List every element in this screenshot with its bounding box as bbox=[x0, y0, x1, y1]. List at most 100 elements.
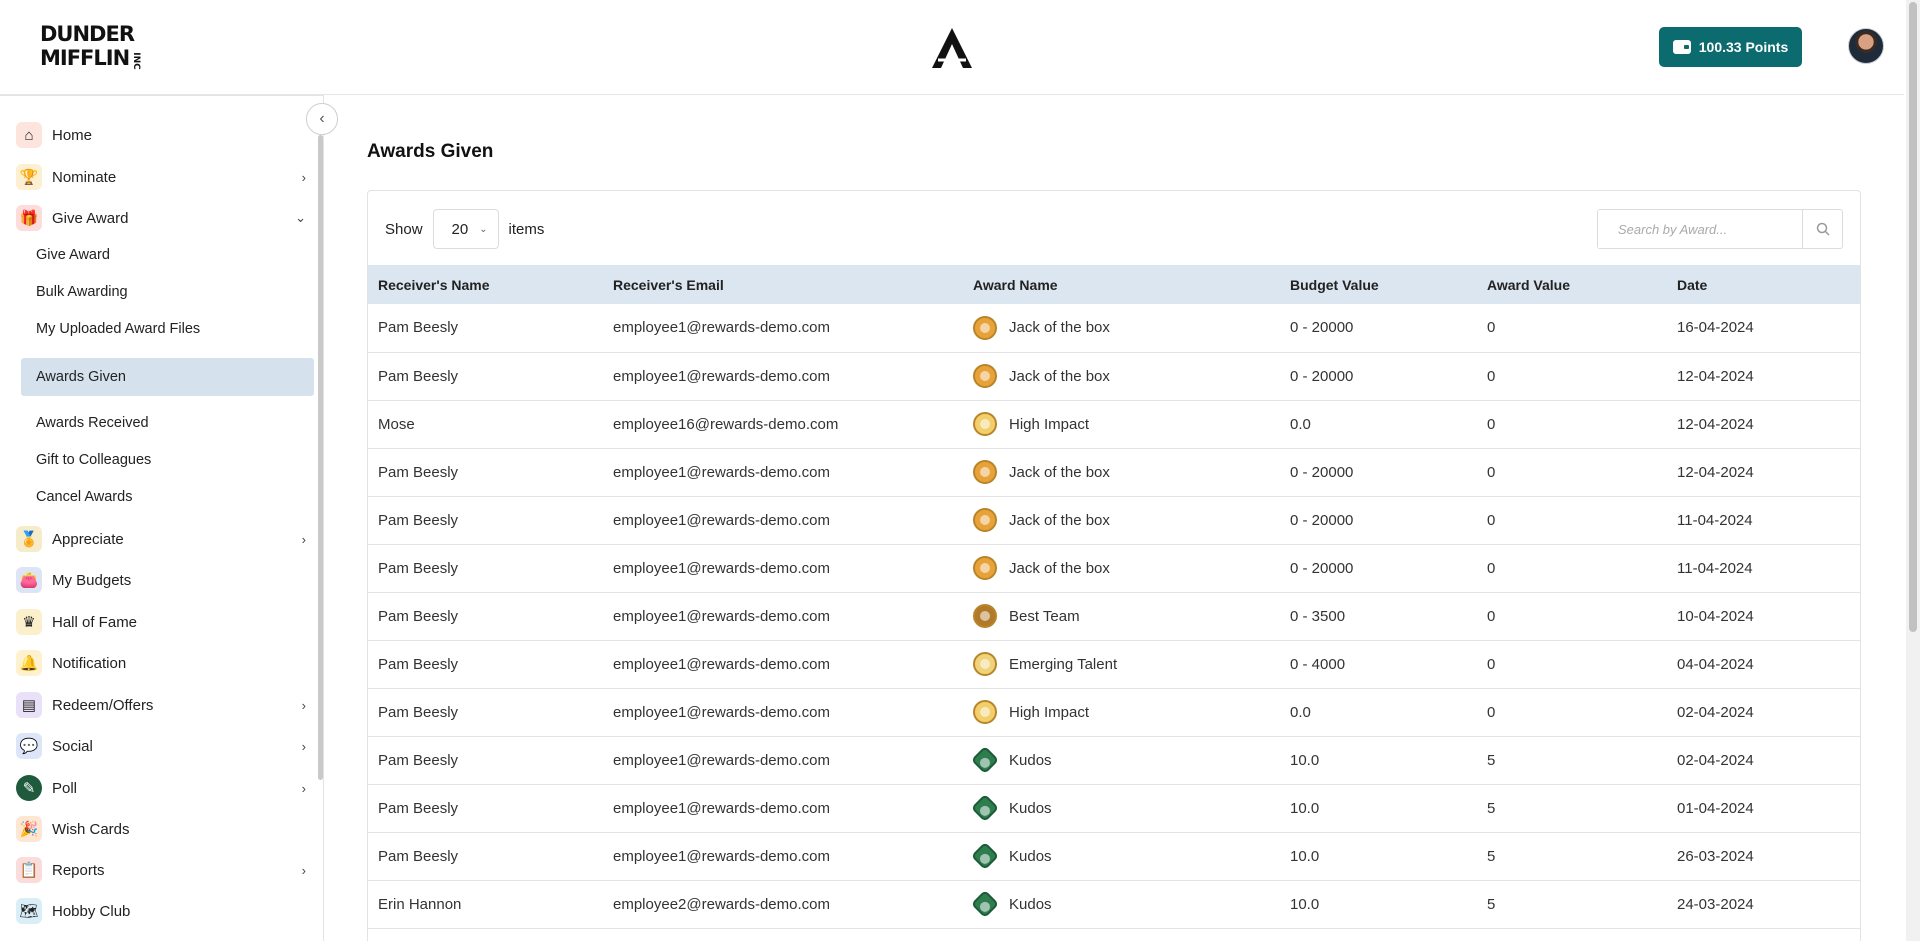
award-value: 5 bbox=[1487, 847, 1496, 865]
table-row: Pam Beesly employee1@rewards-demo.com Jack… bbox=[368, 496, 1860, 544]
receiver-name: Pam Beesly bbox=[378, 607, 459, 625]
budget-value: 0 - 3500 bbox=[1290, 607, 1346, 625]
sidebar-item-reports[interactable]: 📋 Reports › bbox=[16, 852, 314, 888]
award-value: 0 bbox=[1487, 559, 1496, 577]
award-name-cell: Jack of the box bbox=[963, 496, 1280, 544]
table-row: Pam Beesly employee1@rewards-demo.com Emer… bbox=[368, 640, 1860, 688]
award-name-cell: Jack of the box bbox=[963, 448, 1280, 496]
award-name: Kudos bbox=[1009, 895, 1052, 913]
award-value: 0 bbox=[1487, 607, 1496, 625]
awards-table-card: Show 20 ⌄ items Receiver's Name Receiver… bbox=[367, 190, 1861, 941]
medal-icon: 🏅 bbox=[16, 526, 42, 552]
award-name-cell: Kudos bbox=[963, 880, 1280, 928]
sidebar-item-label: Hall of Fame bbox=[52, 613, 138, 631]
award-date: 01-04-2024 bbox=[1677, 799, 1754, 817]
award-badge-icon bbox=[973, 700, 997, 724]
receiver-name: Pam Beesly bbox=[378, 703, 459, 721]
column-header-receiver-name[interactable]: Receiver's Name bbox=[368, 265, 603, 304]
show-label: Show bbox=[385, 220, 423, 238]
points-button[interactable]: 100.33 Points bbox=[1659, 27, 1802, 67]
dunder-mifflin-logo[interactable]: DUNDER MIFFLIN INC bbox=[40, 22, 141, 74]
award-badge-icon bbox=[973, 412, 997, 436]
receiver-email: employee1@rewards-demo.com bbox=[613, 751, 830, 769]
award-date: 04-04-2024 bbox=[1677, 655, 1754, 673]
sidebar-item-my-budgets[interactable]: 👛 My Budgets bbox=[16, 562, 314, 598]
party-popper-icon: 🎉 bbox=[16, 816, 42, 842]
sidebar-item-wish-cards[interactable]: 🎉 Wish Cards bbox=[16, 811, 314, 847]
budget-value: 10.0 bbox=[1290, 751, 1320, 769]
chevron-left-icon: ‹ bbox=[319, 110, 325, 127]
sidebar-item-home[interactable]: ⌂ Home bbox=[16, 117, 314, 153]
sidebar-item-nominate[interactable]: 🏆 Nominate › bbox=[16, 159, 314, 195]
sidebar-item-label: Hobby Club bbox=[52, 902, 131, 920]
page-size-value: 20 bbox=[451, 220, 469, 238]
bell-icon: 🔔 bbox=[16, 650, 42, 676]
sidebar-item-label: Nominate bbox=[52, 168, 117, 186]
award-value: 5 bbox=[1487, 751, 1496, 769]
report-icon: 📋 bbox=[16, 857, 42, 883]
award-name: Best Team bbox=[1009, 607, 1080, 625]
sidebar-item-appreciate[interactable]: 🏅 Appreciate › bbox=[16, 521, 314, 557]
column-header-award-value[interactable]: Award Value bbox=[1477, 265, 1667, 304]
collapse-sidebar-button[interactable]: ‹ bbox=[306, 103, 338, 135]
table-row: Pam Beesly employee1@rewards-demo.com Jack… bbox=[368, 544, 1860, 592]
award-value: 0 bbox=[1487, 319, 1496, 337]
submenu-bulk-awarding[interactable]: Bulk Awarding bbox=[36, 277, 128, 307]
table-row: Pam Beesly employee1@rewards-demo.com Jack… bbox=[368, 304, 1860, 352]
user-avatar[interactable] bbox=[1848, 28, 1884, 64]
sidebar-item-label: Give Award bbox=[52, 209, 129, 227]
award-name: High Impact bbox=[1009, 703, 1090, 721]
chevron-right-icon: › bbox=[301, 697, 306, 713]
page-size-select[interactable]: 20 ⌄ bbox=[432, 209, 499, 249]
page-scrollbar[interactable] bbox=[1906, 0, 1920, 941]
scrollbar-thumb[interactable] bbox=[1909, 2, 1917, 632]
column-header-budget-value[interactable]: Budget Value bbox=[1280, 265, 1477, 304]
chevron-right-icon: › bbox=[301, 862, 306, 878]
award-badge-icon bbox=[970, 889, 1000, 919]
column-header-receiver-email[interactable]: Receiver's Email bbox=[603, 265, 963, 304]
chevron-right-icon: › bbox=[301, 780, 306, 796]
budget-value: 0 - 20000 bbox=[1290, 559, 1354, 577]
sidebar-item-redeem-offers[interactable]: ▤ Redeem/Offers › bbox=[16, 687, 314, 723]
submenu-give-award[interactable]: Give Award bbox=[36, 240, 110, 270]
receiver-name: Pam Beesly bbox=[378, 799, 459, 817]
award-name-cell: Best Team bbox=[963, 592, 1280, 640]
receiver-email: employee1@rewards-demo.com bbox=[613, 799, 830, 817]
column-header-award-name[interactable]: Award Name bbox=[963, 265, 1280, 304]
sidebar-item-poll[interactable]: ✎ Poll › bbox=[16, 770, 314, 806]
sidebar-item-label: Reports bbox=[52, 861, 105, 879]
receiver-email: employee1@rewards-demo.com bbox=[613, 463, 830, 481]
trophy-icon: 🏆 bbox=[16, 164, 42, 190]
sidebar-scrollbar[interactable] bbox=[318, 135, 323, 780]
award-date: 02-04-2024 bbox=[1677, 703, 1754, 721]
app-logo-icon[interactable] bbox=[928, 24, 976, 72]
points-label: 100.33 Points bbox=[1698, 39, 1789, 55]
award-badge-icon bbox=[973, 652, 997, 676]
submenu-gift-to-colleagues[interactable]: Gift to Colleagues bbox=[36, 445, 151, 475]
sidebar-item-social[interactable]: 💬 Social › bbox=[16, 728, 314, 764]
submenu-cancel-awards[interactable]: Cancel Awards bbox=[36, 482, 132, 512]
sidebar-item-hobby-club[interactable]: 🗺 Hobby Club bbox=[16, 893, 314, 929]
award-date: 12-04-2024 bbox=[1677, 463, 1754, 481]
budget-value: 0 - 20000 bbox=[1290, 463, 1354, 481]
submenu-awards-given[interactable]: Awards Given bbox=[21, 358, 314, 396]
wallet-icon bbox=[1672, 40, 1691, 54]
table-row: Pam Beesly employee1@rewards-demo.com High… bbox=[368, 688, 1860, 736]
award-name: Kudos bbox=[1009, 799, 1052, 817]
column-header-date[interactable]: Date bbox=[1667, 265, 1860, 304]
award-name-cell: Kudos bbox=[963, 784, 1280, 832]
search-input[interactable] bbox=[1598, 210, 1803, 248]
sidebar-item-hall-of-fame[interactable]: ♛ Hall of Fame bbox=[16, 604, 314, 640]
sidebar-item-give-award[interactable]: 🎁 Give Award ⌄ bbox=[16, 200, 314, 236]
award-name: Jack of the box bbox=[1009, 511, 1110, 529]
search-icon bbox=[1816, 222, 1830, 236]
submenu-my-uploaded-award-files[interactable]: My Uploaded Award Files bbox=[36, 314, 200, 344]
award-badge-icon bbox=[973, 556, 997, 580]
submenu-awards-received[interactable]: Awards Received bbox=[36, 408, 149, 438]
table-body: Pam Beesly employee1@rewards-demo.com Jack… bbox=[368, 304, 1860, 928]
budget-value: 10.0 bbox=[1290, 847, 1320, 865]
sidebar-item-label: Social bbox=[52, 737, 93, 755]
receiver-name: Pam Beesly bbox=[378, 847, 459, 865]
sidebar-item-notification[interactable]: 🔔 Notification bbox=[16, 645, 314, 681]
search-button[interactable] bbox=[1802, 210, 1842, 248]
